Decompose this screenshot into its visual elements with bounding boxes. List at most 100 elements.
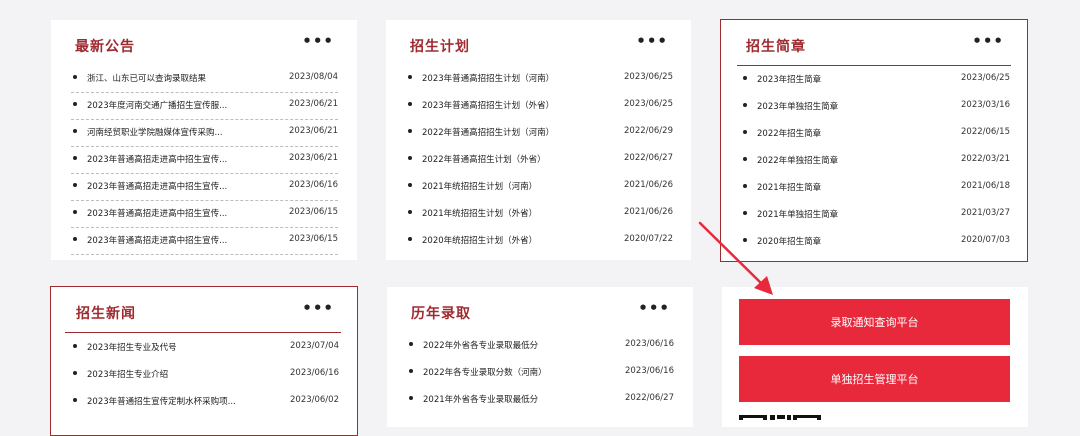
list-item[interactable]: 浙江、山东已可以查询录取结果 2023/08/04	[71, 66, 338, 93]
bullet-icon	[73, 102, 77, 106]
list-item[interactable]: 河南经贸职业学院融媒体宣传采购... 2023/06/21	[71, 120, 338, 147]
item-title[interactable]: 2022年单独招生简章	[757, 154, 838, 166]
notice-panel-header: 最新公告 •••	[51, 20, 357, 70]
list-item[interactable]: 2023年普通高招走进高中招生宣传... 2023/06/21	[71, 147, 338, 174]
item-title[interactable]: 2023年普通高招招生计划（河南）	[422, 72, 554, 84]
brochure-panel: 招生简章 ••• 2023年招生简章 2023/06/25 2023年单独招生简章 2…	[720, 19, 1028, 262]
bullet-icon	[73, 398, 77, 402]
item-title[interactable]: 2023年普通招生宣传定制水杯采购项...	[87, 395, 236, 407]
bullet-icon	[409, 396, 413, 400]
item-date: 2021/06/26	[624, 180, 673, 190]
list-item[interactable]: 2022年各专业录取分数（河南） 2023/06/16	[407, 360, 674, 387]
item-date: 2023/03/16	[961, 100, 1010, 110]
item-title[interactable]: 2021年统招招生计划（外省）	[422, 207, 537, 219]
list-item[interactable]: 2021年统招招生计划（外省） 2021/06/26	[406, 201, 673, 228]
item-title[interactable]: 河南经贸职业学院融媒体宣传采购...	[87, 126, 223, 138]
bullet-icon	[743, 211, 747, 215]
list-item[interactable]: 2021年外省各专业录取最低分 2022/06/27	[407, 387, 674, 414]
bullet-icon	[408, 129, 412, 133]
bullet-icon	[408, 102, 412, 106]
bullet-icon	[408, 237, 412, 241]
item-title[interactable]: 2023年普通高招走进高中招生宣传...	[87, 234, 227, 246]
list-item[interactable]: 2023年度河南交通广播招生宣传服... 2023/06/21	[71, 93, 338, 120]
list-item[interactable]: 2023年普通高招招生计划（河南） 2023/06/25	[406, 66, 673, 93]
news-panel-header: 招生新闻 •••	[51, 287, 357, 337]
history-list: 2022年外省各专业录取最低分 2023/06/16 2022年各专业录取分数（河南…	[407, 333, 674, 414]
list-item[interactable]: 2023年普通招生宣传定制水杯采购项... 2023/06/02	[71, 389, 339, 416]
independent-admission-button[interactable]: 单独招生管理平台	[739, 356, 1010, 402]
list-item[interactable]: 2022年外省各专业录取最低分 2023/06/16	[407, 333, 674, 360]
item-date: 2023/06/16	[290, 368, 339, 378]
brochure-header-rule	[737, 65, 1011, 66]
list-item[interactable]: 2023年普通高招走进高中招生宣传... 2023/06/15	[71, 201, 338, 228]
news-list: 2023年招生专业及代号 2023/07/04 2023年招生专业介绍 2023/06…	[71, 335, 339, 416]
item-title[interactable]: 2023年招生简章	[757, 73, 821, 85]
brochure-panel-header: 招生简章 •••	[721, 20, 1027, 70]
list-item[interactable]: 2023年招生专业介绍 2023/06/16	[71, 362, 339, 389]
more-icon[interactable]: •••	[638, 301, 670, 316]
item-title[interactable]: 2020年统招招生计划（外省）	[422, 234, 537, 246]
more-icon[interactable]: •••	[972, 34, 1004, 49]
item-date: 2022/06/27	[625, 393, 674, 403]
plan-panel-title: 招生计划	[410, 39, 470, 55]
item-title[interactable]: 2021年招生简章	[757, 181, 821, 193]
list-item[interactable]: 2021年招生简章 2021/06/18	[741, 175, 1010, 202]
list-item[interactable]: 2022年单独招生简章 2022/03/21	[741, 148, 1010, 175]
item-title[interactable]: 2022年普通高招招生计划（河南）	[422, 126, 554, 138]
item-date: 2023/06/16	[625, 339, 674, 349]
brochure-list: 2023年招生简章 2023/06/25 2023年单独招生简章 2023/03/16…	[741, 67, 1010, 256]
bullet-icon	[73, 75, 77, 79]
item-title[interactable]: 2022年普通高招生计划（外省）	[422, 153, 546, 165]
item-date: 2021/03/27	[961, 208, 1010, 218]
list-item[interactable]: 2023年招生专业及代号 2023/07/04	[71, 335, 339, 362]
item-title[interactable]: 2023年度河南交通广播招生宣传服...	[87, 99, 227, 111]
item-date: 2020/07/22	[624, 234, 673, 244]
item-title[interactable]: 2021年统招招生计划（河南）	[422, 180, 537, 192]
history-panel-header: 历年录取 •••	[387, 287, 693, 337]
item-date: 2022/06/29	[624, 126, 673, 136]
history-panel-title: 历年录取	[411, 306, 471, 322]
admission-query-button[interactable]: 录取通知查询平台	[739, 299, 1010, 345]
more-icon[interactable]: •••	[302, 34, 334, 49]
item-title[interactable]: 2022年各专业录取分数（河南）	[423, 366, 547, 378]
bullet-icon	[743, 157, 747, 161]
bullet-icon	[743, 238, 747, 242]
list-item[interactable]: 2021年统招招生计划（河南） 2021/06/26	[406, 174, 673, 201]
item-title[interactable]: 2023年普通高招走进高中招生宣传...	[87, 207, 227, 219]
plan-list: 2023年普通高招招生计划（河南） 2023/06/25 2023年普通高招招生计划…	[406, 66, 673, 255]
list-item[interactable]: 2023年普通高招招生计划（外省） 2023/06/25	[406, 93, 673, 120]
notice-list: 浙江、山东已可以查询录取结果 2023/08/04 2023年度河南交通广播招生宣传…	[71, 66, 338, 255]
more-icon[interactable]: •••	[302, 301, 334, 316]
item-date: 2023/06/15	[289, 207, 338, 217]
qr-code-icon	[739, 410, 829, 420]
list-item[interactable]: 2023年普通高招走进高中招生宣传... 2023/06/16	[71, 174, 338, 201]
list-item[interactable]: 2022年招生简章 2022/06/15	[741, 121, 1010, 148]
bullet-icon	[73, 129, 77, 133]
list-item[interactable]: 2020年统招招生计划（外省） 2020/07/22	[406, 228, 673, 255]
list-item[interactable]: 2022年普通高招生计划（外省） 2022/06/27	[406, 147, 673, 174]
bullet-icon	[408, 183, 412, 187]
more-icon[interactable]: •••	[636, 34, 668, 49]
item-title[interactable]: 2023年普通高招招生计划（外省）	[422, 99, 554, 111]
item-title[interactable]: 2022年外省各专业录取最低分	[423, 339, 538, 351]
bullet-icon	[743, 184, 747, 188]
item-title[interactable]: 2022年招生简章	[757, 127, 821, 139]
item-title[interactable]: 2023年招生专业介绍	[87, 368, 168, 380]
list-item[interactable]: 2023年单独招生简章 2023/03/16	[741, 94, 1010, 121]
item-title[interactable]: 2023年单独招生简章	[757, 100, 838, 112]
notice-panel-title: 最新公告	[75, 39, 135, 55]
item-title[interactable]: 2023年普通高招走进高中招生宣传...	[87, 180, 227, 192]
list-item[interactable]: 2021年单独招生简章 2021/03/27	[741, 202, 1010, 229]
item-title[interactable]: 2020年招生简章	[757, 235, 821, 247]
list-item[interactable]: 2023年招生简章 2023/06/25	[741, 67, 1010, 94]
item-date: 2023/06/21	[289, 99, 338, 109]
item-title[interactable]: 2021年外省各专业录取最低分	[423, 393, 538, 405]
item-title[interactable]: 2023年普通高招走进高中招生宣传...	[87, 153, 227, 165]
bullet-icon	[408, 156, 412, 160]
item-title[interactable]: 2021年单独招生简章	[757, 208, 838, 220]
list-item[interactable]: 2023年普通高招走进高中招生宣传... 2023/06/15	[71, 228, 338, 255]
item-title[interactable]: 浙江、山东已可以查询录取结果	[87, 72, 206, 84]
list-item[interactable]: 2022年普通高招招生计划（河南） 2022/06/29	[406, 120, 673, 147]
list-item[interactable]: 2020年招生简章 2020/07/03	[741, 229, 1010, 256]
item-title[interactable]: 2023年招生专业及代号	[87, 341, 177, 353]
